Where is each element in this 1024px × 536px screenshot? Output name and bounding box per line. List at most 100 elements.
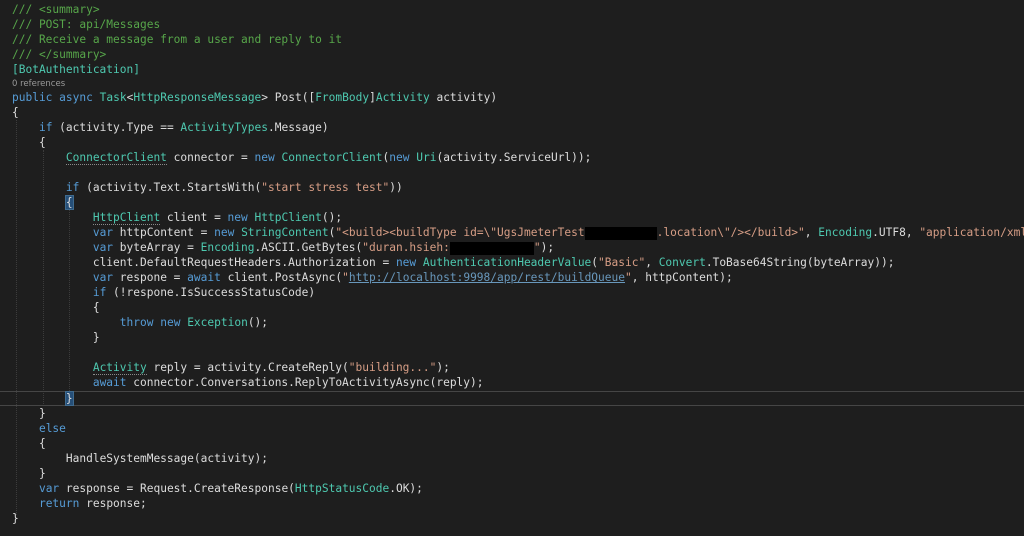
code-line-brace-open[interactable]: { xyxy=(12,300,100,315)
code-line-brace-close[interactable]: } xyxy=(12,466,46,481)
token-text: client.DefaultRequestHeaders.Authorizati… xyxy=(92,256,396,269)
token-type: HttpStatusCode xyxy=(294,482,390,495)
token-text: connector.Conversations.ReplyToActivityA… xyxy=(126,376,484,389)
token-string: "application/xml" xyxy=(919,226,1024,239)
token-text: client = xyxy=(160,211,228,224)
code-line-authorization[interactable]: client.DefaultRequestHeaders.Authorizati… xyxy=(12,255,895,270)
code-line-method-signature[interactable]: public async Task<HttpResponseMessage> P… xyxy=(12,90,497,105)
code-editor[interactable]: /// <summary> /// POST: api/Messages ///… xyxy=(0,0,1024,536)
token-text: HandleSystemMessage(activity); xyxy=(65,452,268,465)
token-text: .ToBase64String(byteArray)); xyxy=(705,256,895,269)
token-keyword: async xyxy=(59,91,93,104)
code-line-brace-open[interactable]: { xyxy=(12,135,46,150)
token-keyword: new xyxy=(254,151,275,164)
url-link[interactable]: http://localhost:9998/app/rest/buildQueu… xyxy=(349,271,625,284)
token-text: response; xyxy=(79,497,147,510)
code-line-brace-close[interactable]: } xyxy=(12,330,100,345)
token-brace-matched: { xyxy=(64,195,74,210)
token-brace: } xyxy=(92,331,100,344)
token-type: HttpResponseMessage xyxy=(133,91,262,104)
token-text: , httpContent); xyxy=(631,271,733,284)
token-keyword: new xyxy=(389,151,410,164)
token-brace: { xyxy=(92,301,100,314)
token-text: .UTF8, xyxy=(872,226,920,239)
token-string: "<build><buildType id=\"UgsJmeterTest xyxy=(335,226,585,239)
token-string: "duran.hsieh: xyxy=(362,241,450,254)
token-keyword: new xyxy=(160,316,181,329)
code-line-response[interactable]: var response = Request.CreateResponse(Ht… xyxy=(12,481,423,496)
token-text: (activity.ServiceUrl)); xyxy=(436,151,592,164)
code-line-brace-open[interactable]: { xyxy=(12,195,74,210)
code-line-throw[interactable]: throw new Exception(); xyxy=(12,315,268,330)
code-line-else[interactable]: else xyxy=(12,421,66,436)
current-line-highlight xyxy=(0,391,1024,406)
token-brace-matched: } xyxy=(64,391,74,406)
token-keyword: var xyxy=(38,482,60,495)
code-line-handle-system[interactable]: HandleSystemMessage(activity); xyxy=(12,451,268,466)
token-type: HttpClient xyxy=(92,211,161,225)
code-line-reply[interactable]: Activity reply = activity.CreateReply("b… xyxy=(12,360,450,375)
token-text: activity) xyxy=(429,91,498,104)
code-line-httpcontent[interactable]: var httpContent = new StringContent("<bu… xyxy=(12,225,1024,240)
token-text: reply = activity.CreateReply( xyxy=(146,361,349,374)
token-keyword: var xyxy=(92,226,114,239)
token-text: (activity.Type == xyxy=(52,121,181,134)
token-text: respone = xyxy=(113,271,188,284)
token-type: ConnectorClient xyxy=(281,151,383,164)
token-type: Uri xyxy=(416,151,437,164)
token-brace: } xyxy=(38,467,46,480)
token-string: "building..." xyxy=(348,361,437,374)
token-keyword: if xyxy=(38,121,53,134)
code-line-brace-open[interactable]: { xyxy=(12,436,46,451)
code-line-return[interactable]: return response; xyxy=(12,496,147,511)
token-keyword: throw xyxy=(119,316,154,329)
code-line-attribute[interactable]: [BotAuthentication] xyxy=(12,62,140,77)
code-line-if-stress-test[interactable]: if (activity.Text.StartsWith("start stre… xyxy=(12,180,403,195)
token-keyword: if xyxy=(65,181,80,194)
token-type: Activity xyxy=(92,361,147,375)
token-type: ActivityTypes xyxy=(180,121,268,134)
code-line-await-reply[interactable]: await connector.Conversations.ReplyToAct… xyxy=(12,375,484,390)
code-line-doc-summary-close[interactable]: /// </summary> xyxy=(12,47,106,62)
code-line-brace-close-current[interactable]: } xyxy=(12,391,74,406)
token-text: client.PostAsync( xyxy=(220,271,343,284)
code-line-if-message[interactable]: if (activity.Type == ActivityTypes.Messa… xyxy=(12,120,329,135)
code-line-bytearray[interactable]: var byteArray = Encoding.ASCII.GetBytes(… xyxy=(12,240,554,255)
token-text: response = Request.CreateResponse( xyxy=(59,482,295,495)
token-type: HttpClient xyxy=(254,211,322,224)
code-line-doc-summary-open[interactable]: /// <summary> xyxy=(12,2,100,17)
token-text: byteArray = xyxy=(113,241,201,254)
token-keyword: new xyxy=(214,226,235,239)
token-keyword: else xyxy=(38,422,66,435)
token-type: Activity xyxy=(375,91,430,104)
code-line-doc-post[interactable]: /// POST: api/Messages xyxy=(12,17,160,32)
token-punct: > Post([ xyxy=(261,91,316,104)
token-string: " xyxy=(342,271,349,284)
code-line-brace-close[interactable]: } xyxy=(12,406,46,421)
code-line-httpclient[interactable]: HttpClient client = new HttpClient(); xyxy=(12,210,342,225)
token-keyword: if xyxy=(92,286,107,299)
token-keyword: public xyxy=(12,91,53,104)
token-keyword: return xyxy=(38,497,80,510)
token-text: (activity.Text.StartsWith( xyxy=(79,181,262,194)
token-string: "Basic" xyxy=(598,256,646,269)
code-line-brace-close[interactable]: } xyxy=(12,511,19,526)
code-line-if-success[interactable]: if (!respone.IsSuccessStatusCode) xyxy=(12,285,315,300)
codelens-references[interactable]: 0 references xyxy=(12,79,65,90)
code-line-doc-description[interactable]: /// Receive a message from a user and re… xyxy=(12,32,342,47)
code-line-connector[interactable]: ConnectorClient connector = new Connecto… xyxy=(12,150,591,165)
code-line-brace-open[interactable]: { xyxy=(12,105,19,120)
token-punct: ); xyxy=(436,361,450,374)
token-type: StringContent xyxy=(241,226,329,239)
token-type: Encoding xyxy=(818,226,873,239)
token-type: Encoding xyxy=(200,241,255,254)
token-keyword: await xyxy=(187,271,221,284)
token-punct: ] xyxy=(369,91,376,104)
token-type: FromBody xyxy=(315,91,370,104)
token-text: (); xyxy=(247,316,269,329)
token-type: Task xyxy=(99,91,127,104)
token-keyword: var xyxy=(92,271,114,284)
token-type: AuthenticationHeaderValue xyxy=(422,256,592,269)
token-string: " xyxy=(533,241,541,254)
code-line-postasync[interactable]: var respone = await client.PostAsync("ht… xyxy=(12,270,733,285)
